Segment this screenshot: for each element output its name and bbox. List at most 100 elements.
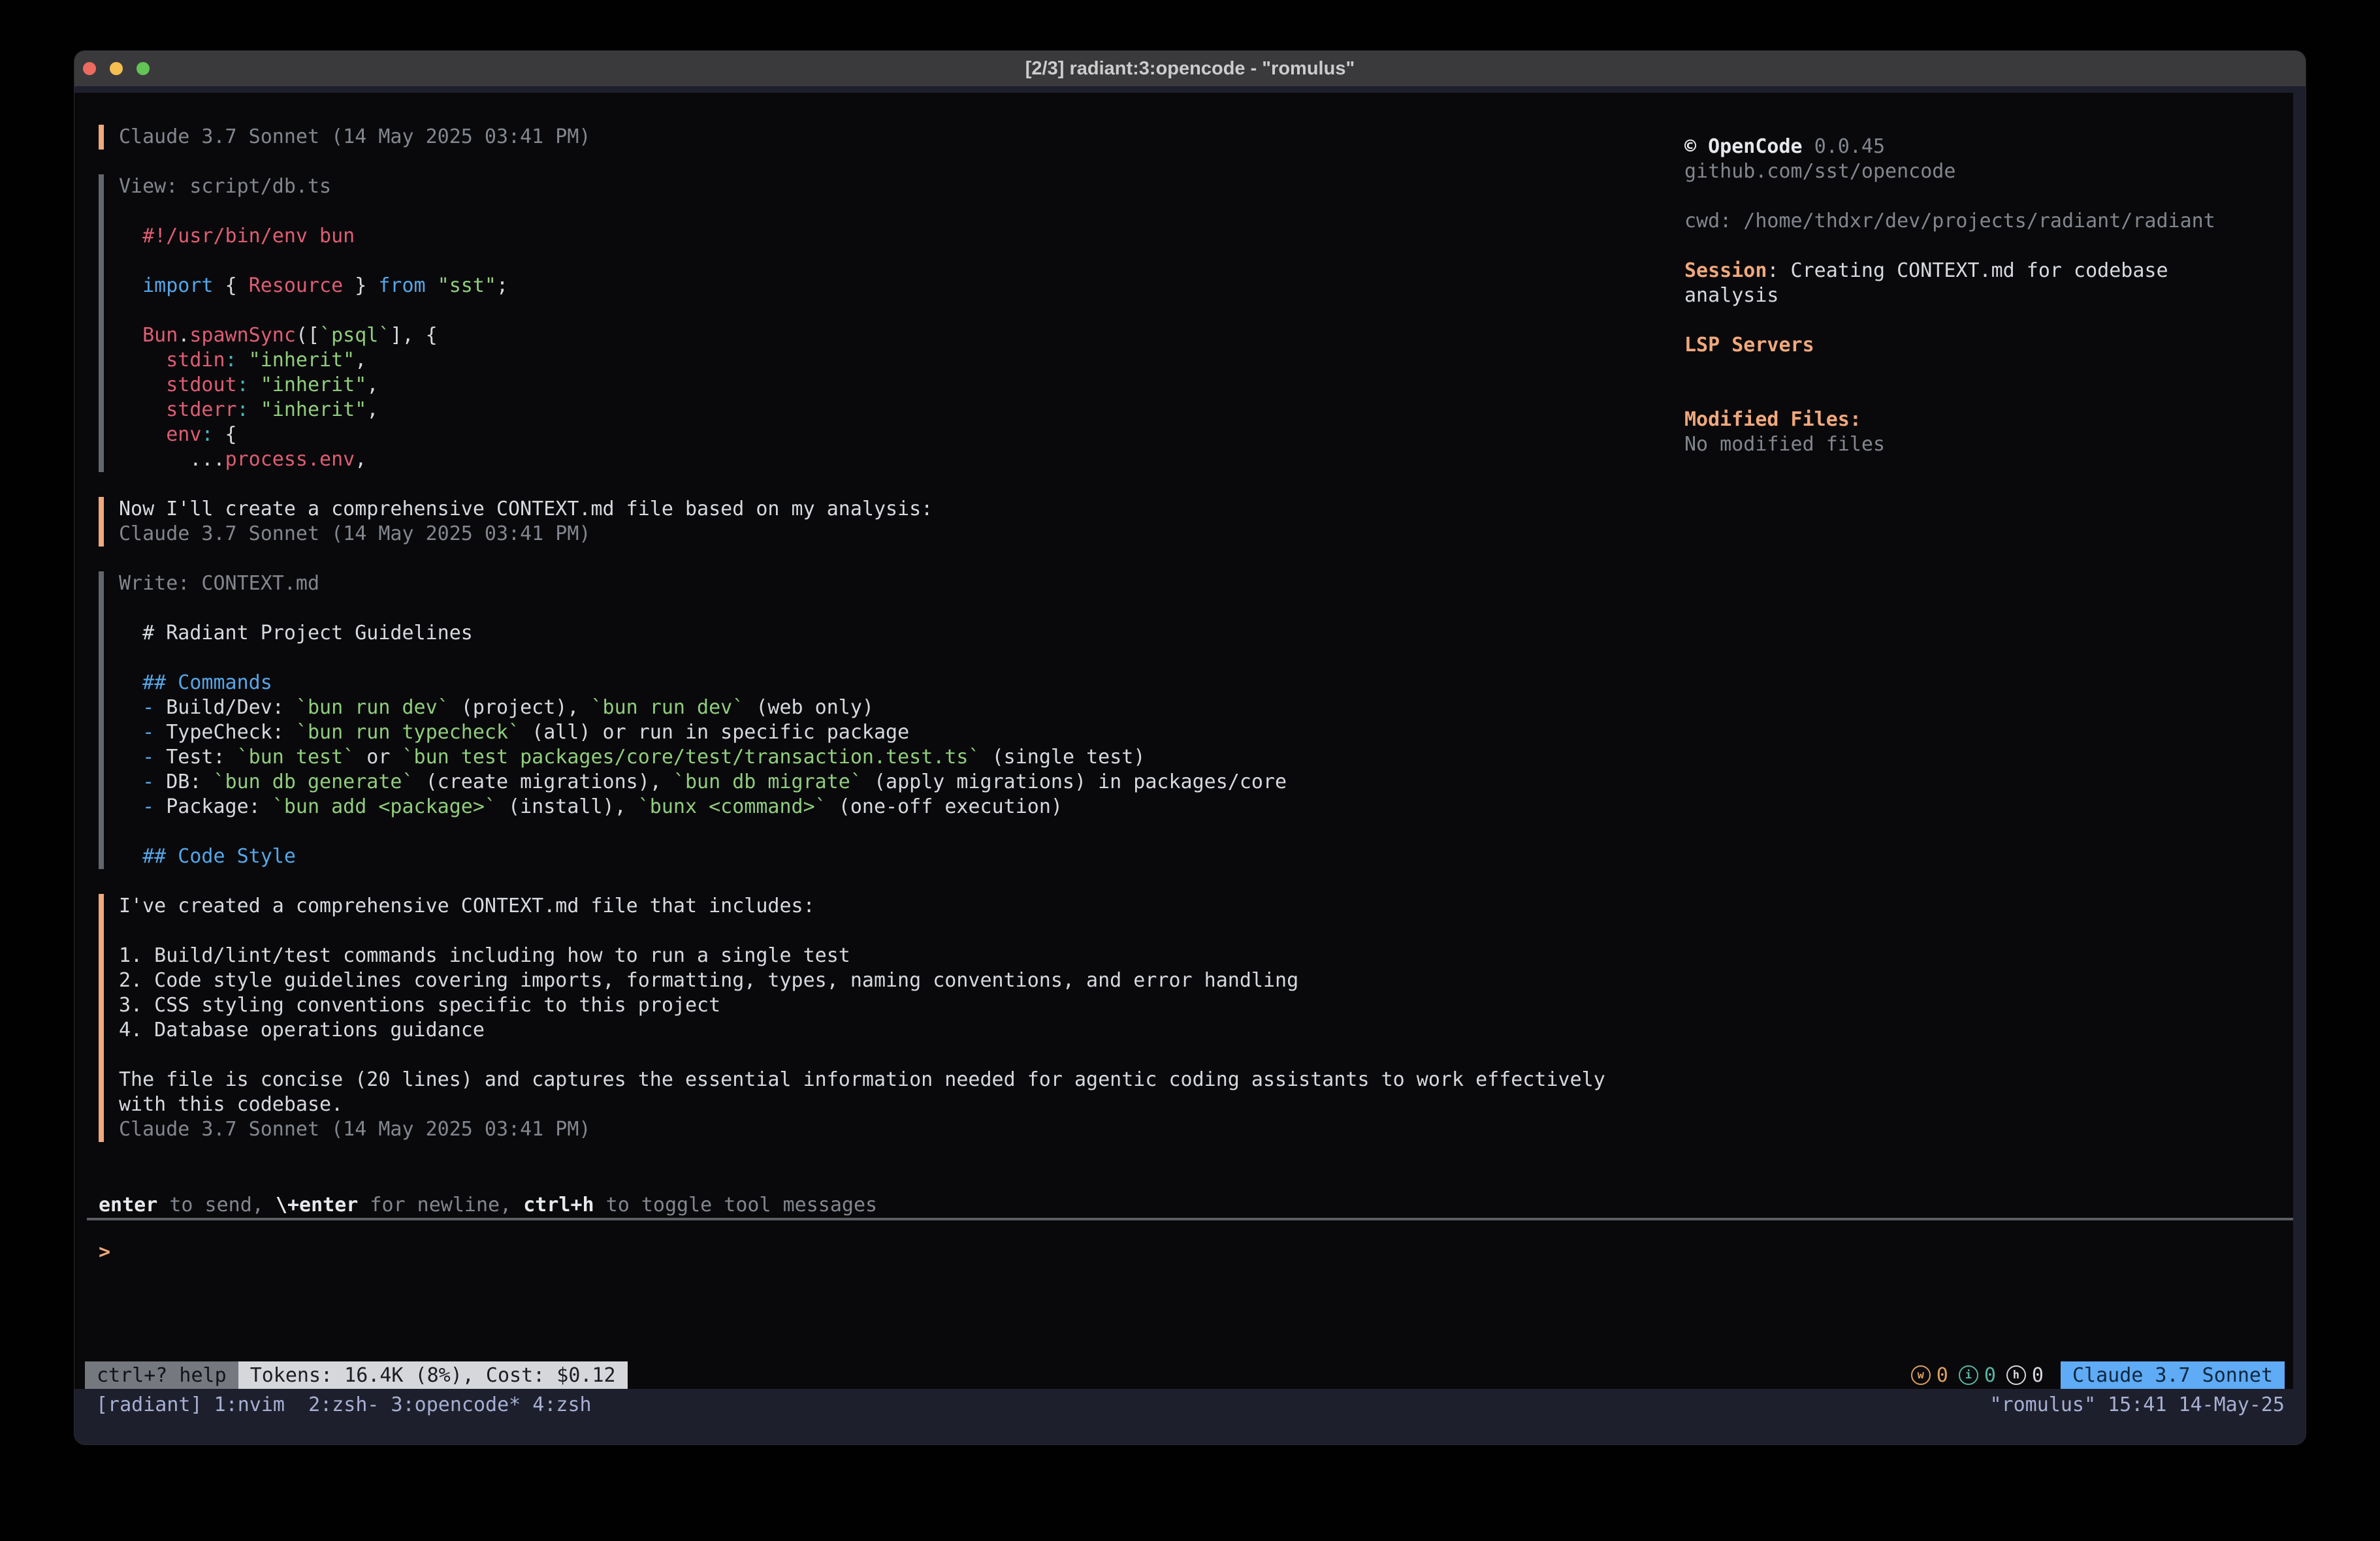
text-line: env: {: [119, 422, 1684, 447]
text-segment: github.com/sst/opencode: [1684, 160, 1955, 183]
text-line: [119, 819, 1684, 844]
window-titlebar[interactable]: [2/3] radiant:3:opencode - "romulus": [74, 51, 2306, 86]
text-segment: ## Commands: [119, 671, 272, 694]
diagnostic-hints: h0: [2006, 1364, 2044, 1387]
text-segment: stdin: [119, 349, 225, 372]
status-bar: ctrl+? help Tokens: 16.4K (8%), Cost: $0…: [85, 1361, 2285, 1389]
text-segment: env: [119, 423, 201, 446]
text-segment: -: [119, 746, 166, 769]
status-bar-spacer: [628, 1361, 1911, 1389]
text-segment: Now I'll create a comprehensive CONTEXT.…: [119, 498, 933, 520]
text-line: - TypeCheck: `bun run typecheck` (all) o…: [119, 720, 1684, 745]
text-segment: cwd: /home/thdxr/dev/projects/radiant/ra…: [1684, 210, 2215, 232]
minimize-button[interactable]: [110, 62, 123, 75]
text-segment: (create migrations),: [414, 770, 673, 793]
input-separator: [87, 1218, 2293, 1220]
text-line: 1. Build/lint/test commands including ho…: [119, 944, 1684, 968]
text-line: [119, 249, 1684, 274]
text-segment: (apply migrations) in packages/core: [862, 770, 1287, 793]
text-segment: `bun test`: [237, 746, 355, 769]
text-line: [119, 199, 1684, 224]
text-segment: stderr: [119, 398, 237, 421]
prompt-input[interactable]: >: [99, 1240, 2293, 1265]
help-shortcut-chip[interactable]: ctrl+? help: [85, 1361, 238, 1389]
text-segment: "inherit": [237, 349, 355, 372]
text-segment: .: [178, 324, 189, 347]
text-segment: Claude 3.7 Sonnet (14 May 2025 03:41 PM): [119, 1118, 590, 1141]
text-line: # Radiant Project Guidelines: [119, 621, 1684, 646]
text-segment: The file is concise (20 lines) and captu…: [119, 1068, 1605, 1091]
text-line: Write: CONTEXT.md: [119, 571, 1684, 596]
text-segment: stdout: [119, 373, 237, 396]
text-segment: :: [237, 398, 249, 421]
text-segment: `bun run dev`: [591, 696, 745, 719]
text-line: github.com/sst/opencode: [1684, 159, 2293, 184]
text-segment: ,: [366, 398, 378, 421]
text-segment: ## Code Style: [119, 845, 296, 868]
text-segment: Package:: [166, 795, 272, 818]
text-line: - Build/Dev: `bun run dev` (project), `b…: [119, 695, 1684, 720]
text-line: Bun.spawnSync([`psql`], {: [119, 323, 1684, 348]
info-sidebar: © OpenCode 0.0.45github.com/sst/opencode…: [1684, 125, 2293, 1142]
text-segment: to toggle tool messages: [594, 1194, 877, 1216]
tmux-status-bar: [radiant] 1:nvim 2:zsh- 3:opencode* 4:zs…: [74, 1389, 2306, 1444]
text-segment: import: [119, 274, 225, 297]
text-segment: Write: CONTEXT.md: [119, 572, 319, 595]
text-line: [119, 298, 1684, 323]
text-segment: # Radiant Project Guidelines: [119, 622, 473, 644]
text-line: Claude 3.7 Sonnet (14 May 2025 03:41 PM): [119, 522, 1684, 547]
text-segment: (web only): [744, 696, 874, 719]
text-segment: `bun db migrate`: [673, 770, 862, 793]
text-line: 2. Code style guidelines covering import…: [119, 968, 1684, 993]
text-line: Claude 3.7 Sonnet (14 May 2025 03:41 PM): [119, 125, 1684, 150]
text-segment: (all) or run in specific package: [520, 721, 909, 744]
zoom-button[interactable]: [137, 62, 150, 75]
text-segment: ], {: [390, 324, 437, 347]
text-segment: `bun run dev`: [296, 696, 449, 719]
text-line: [1684, 184, 2293, 209]
text-segment: `bun add <package>`: [272, 795, 496, 818]
text-line: I've created a comprehensive CONTEXT.md …: [119, 894, 1684, 919]
block-body: I've created a comprehensive CONTEXT.md …: [119, 894, 1684, 1142]
text-segment: `bun db generate`: [214, 770, 414, 793]
chat-transcript: Claude 3.7 Sonnet (14 May 2025 03:41 PM)…: [74, 125, 1684, 1142]
text-segment: "inherit": [249, 398, 367, 421]
model-chip[interactable]: Claude 3.7 Sonnet: [2061, 1361, 2285, 1389]
text-segment: Test:: [166, 746, 236, 769]
text-segment: ,: [366, 373, 378, 396]
close-button[interactable]: [83, 62, 96, 75]
traffic-lights: [83, 62, 150, 75]
text-line: cwd: /home/thdxr/dev/projects/radiant/ra…: [1684, 209, 2293, 234]
text-line: - Test: `bun test` or `bun test packages…: [119, 745, 1684, 770]
text-segment: 3. CSS styling conventions specific to t…: [119, 994, 720, 1017]
text-line: - Package: `bun add <package>` (install)…: [119, 795, 1684, 819]
text-segment: 2. Code style guidelines covering import…: [119, 969, 1298, 992]
tmux-session-windows[interactable]: [radiant] 1:nvim 2:zsh- 3:opencode* 4:zs…: [96, 1393, 592, 1444]
tool-view-block: View: script/db.ts #!/usr/bin/env bun im…: [99, 174, 1684, 472]
text-line: [119, 919, 1684, 944]
text-segment: #!/usr/bin/env bun: [119, 225, 355, 247]
text-line: Session: Creating CONTEXT.md for codebas…: [1684, 259, 2293, 283]
text-segment: with this codebase.: [119, 1093, 343, 1116]
diagnostic-warnings: w0: [1911, 1364, 1948, 1387]
keybind-help: enter to send, \+enter for newline, ctrl…: [99, 1193, 2293, 1218]
text-segment: : Creating CONTEXT.md for codebase: [1767, 259, 2168, 282]
text-segment: Claude 3.7 Sonnet (14 May 2025 03:41 PM): [119, 125, 590, 148]
text-segment: LSP Servers: [1684, 334, 1814, 357]
hints-count: 0: [2032, 1364, 2044, 1387]
text-segment: DB:: [166, 770, 213, 793]
text-segment: or: [355, 746, 402, 769]
text-segment: -: [119, 795, 166, 818]
text-segment: ctrl+h: [523, 1194, 594, 1216]
text-segment: No modified files: [1684, 433, 1885, 456]
text-line: stdin: "inherit",: [119, 348, 1684, 373]
block-accent-bar: [99, 894, 104, 1142]
text-segment: {: [214, 423, 237, 446]
text-segment: to send,: [157, 1194, 276, 1216]
text-line: No modified files: [1684, 432, 2293, 457]
text-segment: for newline,: [358, 1194, 523, 1216]
prompt-symbol: >: [99, 1241, 110, 1263]
text-segment: Bun: [119, 324, 178, 347]
text-line: View: script/db.ts: [119, 174, 1684, 199]
text-segment: `bun test packages/core/test/transaction…: [402, 746, 980, 769]
